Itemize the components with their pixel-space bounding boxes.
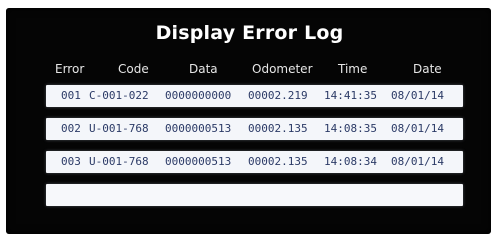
error-number: 003 xyxy=(61,155,81,168)
error-odometer: 00002.135 xyxy=(248,155,308,168)
error-odometer: 00002.219 xyxy=(248,89,308,102)
error-date: 08/01/14 xyxy=(391,155,444,168)
error-number: 001 xyxy=(61,89,81,102)
error-log-row-1[interactable]: 001 C-001-022 0000000000 00002.219 14:41… xyxy=(46,85,463,107)
column-header-date: Date xyxy=(413,62,442,76)
error-data: 0000000513 xyxy=(165,155,232,168)
column-header-time: Time xyxy=(338,62,368,76)
error-date: 08/01/14 xyxy=(391,89,444,102)
page-title: Display Error Log xyxy=(155,22,344,44)
error-time: 14:08:34 xyxy=(324,155,377,168)
error-code: U-001-768 xyxy=(89,122,149,135)
error-number: 002 xyxy=(61,122,81,135)
column-header-odometer: Odometer xyxy=(252,62,313,76)
column-header-error: Error xyxy=(55,62,85,76)
error-time: 14:08:35 xyxy=(324,122,377,135)
error-time: 14:41:35 xyxy=(324,89,377,102)
error-code: C-001-022 xyxy=(89,89,149,102)
column-header-data: Data xyxy=(189,62,218,76)
column-header-code: Code xyxy=(118,62,149,76)
error-data: 0000000000 xyxy=(165,89,232,102)
error-log-row-3[interactable]: 003 U-001-768 0000000513 00002.135 14:08… xyxy=(46,151,463,173)
error-date: 08/01/14 xyxy=(391,122,444,135)
error-data: 0000000513 xyxy=(165,122,232,135)
error-code: U-001-768 xyxy=(89,155,149,168)
error-log-row-empty[interactable] xyxy=(46,184,463,206)
error-log-row-2[interactable]: 002 U-001-768 0000000513 00002.135 14:08… xyxy=(46,118,463,140)
error-odometer: 00002.135 xyxy=(248,122,308,135)
